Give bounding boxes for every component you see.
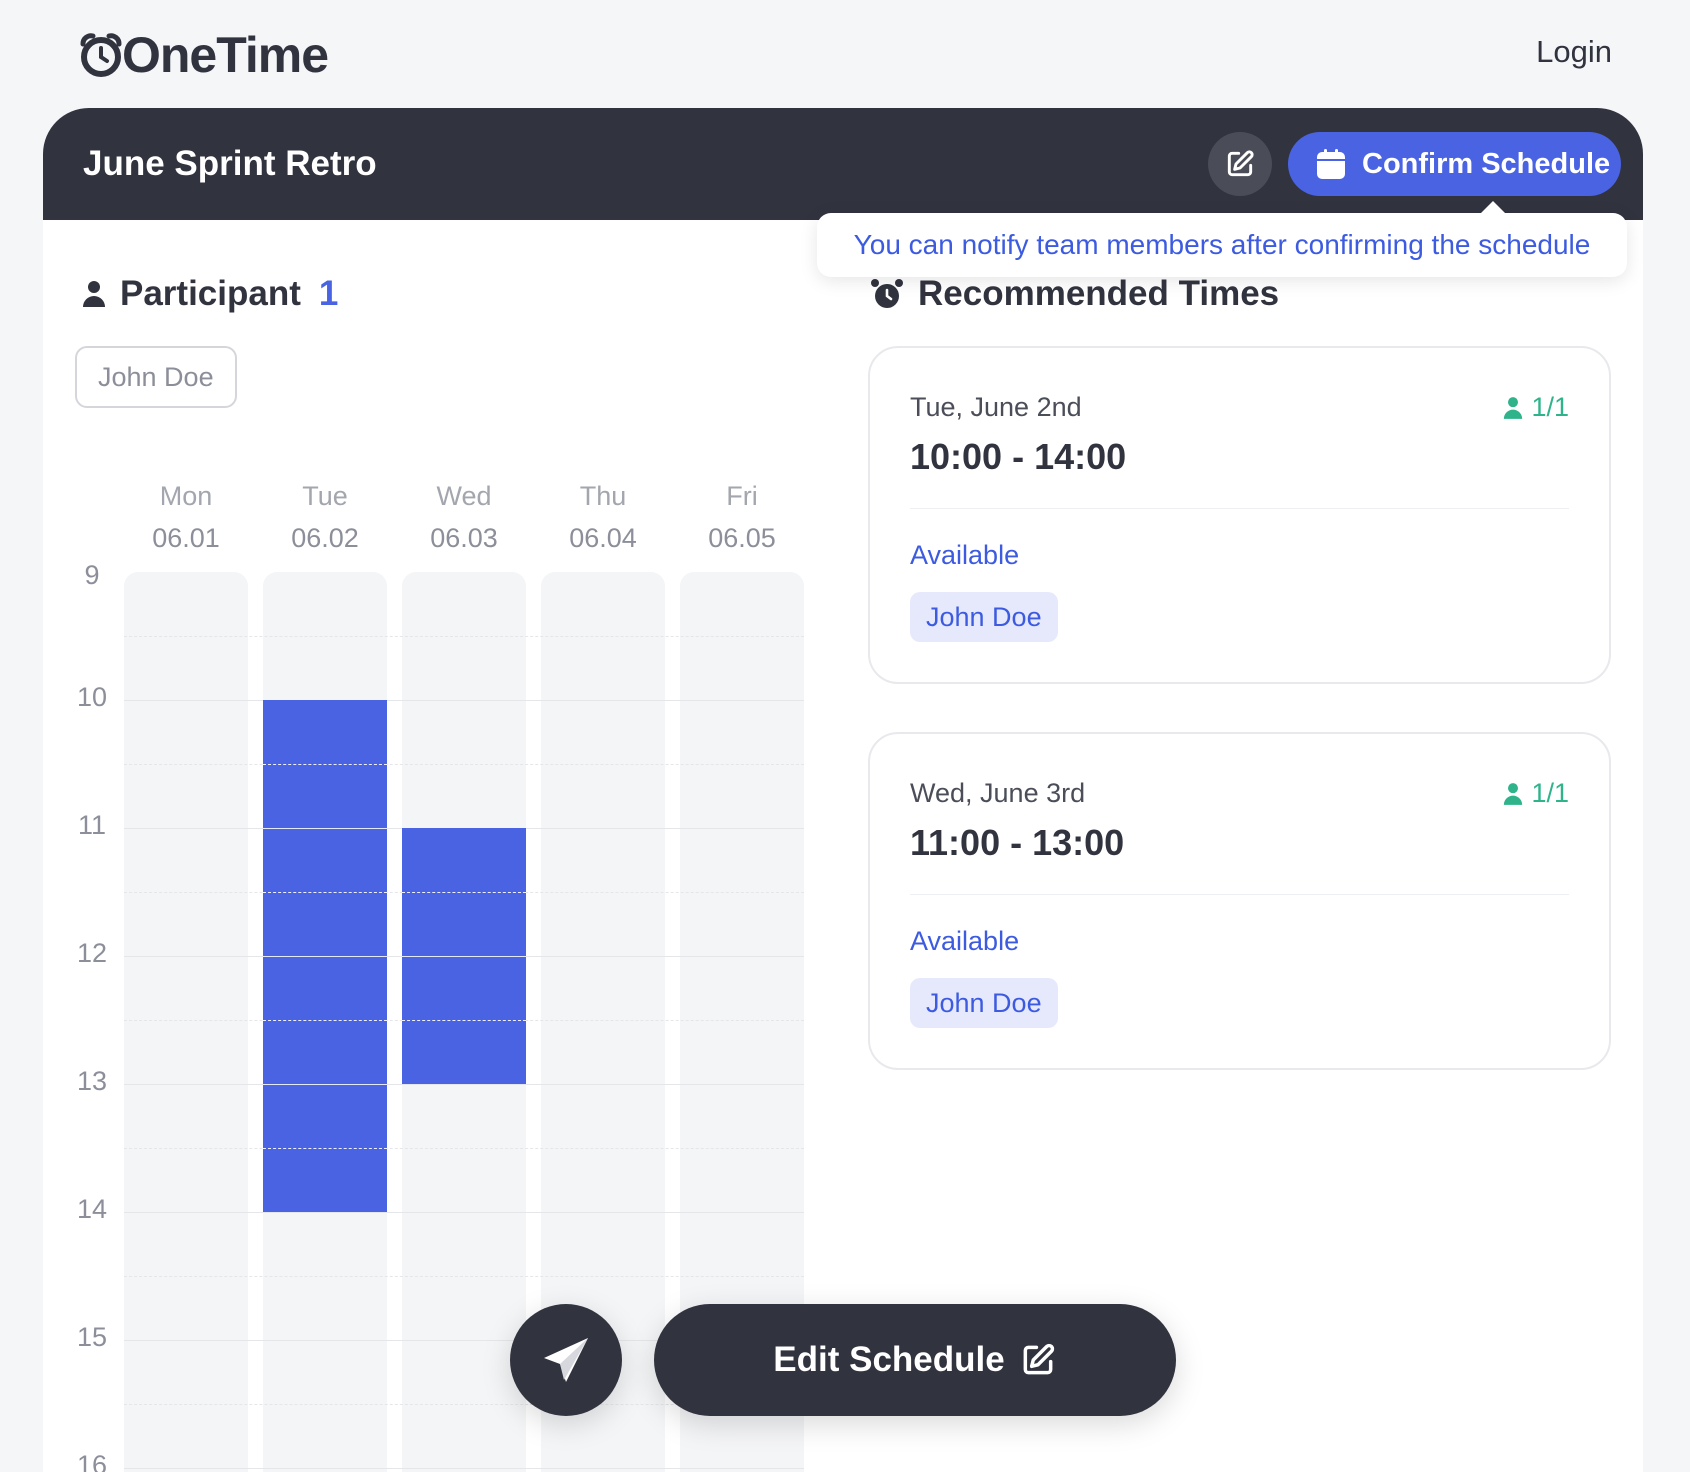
confirm-tooltip: You can notify team members after confir… bbox=[817, 201, 1627, 277]
slot-divider bbox=[402, 956, 526, 957]
rec-count-value: 1/1 bbox=[1531, 778, 1569, 808]
day-label: Wed bbox=[436, 481, 492, 511]
slot-divider bbox=[263, 892, 387, 893]
person-icon bbox=[83, 281, 105, 307]
pencil-square-icon bbox=[1227, 150, 1254, 177]
person-icon bbox=[1504, 782, 1523, 805]
hour-label: 12 bbox=[76, 938, 108, 968]
day-date: 06.03 bbox=[430, 523, 498, 553]
rec-person-chip: John Doe bbox=[910, 978, 1058, 1028]
hour-grid-line bbox=[124, 1084, 804, 1085]
day-label: Thu bbox=[579, 481, 627, 511]
participant-title: Participant bbox=[120, 274, 301, 313]
slot-divider bbox=[263, 1148, 387, 1149]
hour-grid-line bbox=[124, 1468, 804, 1469]
event-topbar: June Sprint Retro Confirm Schedule bbox=[43, 108, 1643, 220]
hour-grid-line bbox=[124, 700, 804, 701]
event-title: June Sprint Retro bbox=[83, 144, 377, 183]
divider bbox=[910, 894, 1569, 895]
participant-count: 1 bbox=[318, 274, 339, 313]
participant-chip[interactable]: John Doe bbox=[75, 346, 237, 408]
day-date: 06.01 bbox=[152, 523, 220, 553]
hour-label: 11 bbox=[77, 810, 107, 840]
confirm-schedule-label: Confirm Schedule bbox=[1362, 147, 1611, 180]
day-header: Mon 06.01 bbox=[124, 475, 248, 559]
half-hour-grid-line bbox=[124, 636, 804, 637]
day-date: 06.02 bbox=[291, 523, 359, 553]
edit-event-button[interactable] bbox=[1208, 132, 1272, 196]
participant-heading: Participant 1 bbox=[82, 274, 338, 314]
recommended-title: Recommended Times bbox=[918, 274, 1280, 313]
rec-person-chip: John Doe bbox=[910, 592, 1058, 642]
day-header: Wed 06.03 bbox=[402, 475, 526, 559]
rec-time: 11:00 - 13:00 bbox=[910, 822, 1125, 863]
day-header: Thu 06.04 bbox=[541, 475, 665, 559]
day-header: Fri 06.05 bbox=[680, 475, 804, 559]
person-icon bbox=[1504, 396, 1523, 419]
hour-grid-line bbox=[124, 1212, 804, 1213]
half-hour-grid-line bbox=[124, 764, 804, 765]
day-date: 06.05 bbox=[708, 523, 776, 553]
day-label: Fri bbox=[726, 481, 758, 511]
edit-schedule-button[interactable]: Edit Schedule bbox=[654, 1304, 1176, 1416]
slot-divider bbox=[263, 1084, 387, 1085]
day-label: Mon bbox=[159, 481, 213, 511]
logo-text: OneTime bbox=[122, 27, 329, 83]
rec-available-label: Available bbox=[910, 926, 1020, 956]
recommended-card[interactable]: Tue, June 2nd 10:00 - 14:00 1/1 Availabl… bbox=[868, 346, 1611, 684]
calendar-icon bbox=[1317, 149, 1345, 179]
pencil-square-icon bbox=[1023, 1343, 1054, 1375]
slot-divider bbox=[402, 1020, 526, 1021]
hour-label: 10 bbox=[76, 682, 108, 712]
day-column[interactable] bbox=[124, 572, 248, 1472]
rec-date: Wed, June 3rd bbox=[910, 778, 1086, 808]
slot-divider bbox=[263, 956, 387, 957]
rec-count-value: 1/1 bbox=[1531, 392, 1569, 422]
slot-divider bbox=[263, 828, 387, 829]
slot-divider bbox=[263, 764, 387, 765]
hour-label: 9 bbox=[84, 560, 100, 590]
login-link[interactable]: Login bbox=[1536, 34, 1612, 70]
day-header: Tue 06.02 bbox=[263, 475, 387, 559]
alarm-clock-icon bbox=[871, 279, 903, 308]
half-hour-grid-line bbox=[124, 1148, 804, 1149]
rec-time: 10:00 - 14:00 bbox=[910, 436, 1127, 477]
hour-label: 14 bbox=[76, 1194, 108, 1224]
day-label: Tue bbox=[302, 481, 348, 511]
edit-schedule-label: Edit Schedule bbox=[773, 1340, 1005, 1379]
divider bbox=[910, 508, 1569, 509]
hour-label: 16 bbox=[76, 1450, 108, 1472]
day-date: 06.04 bbox=[569, 523, 637, 553]
alarm-clock-icon bbox=[80, 33, 122, 77]
paper-plane-icon bbox=[544, 1338, 588, 1382]
app-header: OneTime Login bbox=[0, 0, 1690, 108]
onetime-logo[interactable]: OneTime bbox=[78, 26, 329, 84]
rec-date: Tue, June 2nd bbox=[910, 392, 1082, 422]
recommended-card[interactable]: Wed, June 3rd 11:00 - 13:00 1/1 Availabl… bbox=[868, 732, 1611, 1070]
rec-available-label: Available bbox=[910, 540, 1020, 570]
rec-count: 1/1 bbox=[1503, 392, 1569, 423]
recommended-heading: Recommended Times bbox=[870, 274, 1279, 314]
slot-divider bbox=[263, 1020, 387, 1021]
slot-divider bbox=[402, 892, 526, 893]
confirm-schedule-button[interactable]: Confirm Schedule bbox=[1288, 132, 1621, 196]
hour-label: 13 bbox=[76, 1066, 108, 1096]
half-hour-grid-line bbox=[124, 1276, 804, 1277]
rec-count: 1/1 bbox=[1503, 778, 1569, 809]
send-button[interactable] bbox=[510, 1304, 622, 1416]
hour-label: 15 bbox=[76, 1322, 108, 1352]
